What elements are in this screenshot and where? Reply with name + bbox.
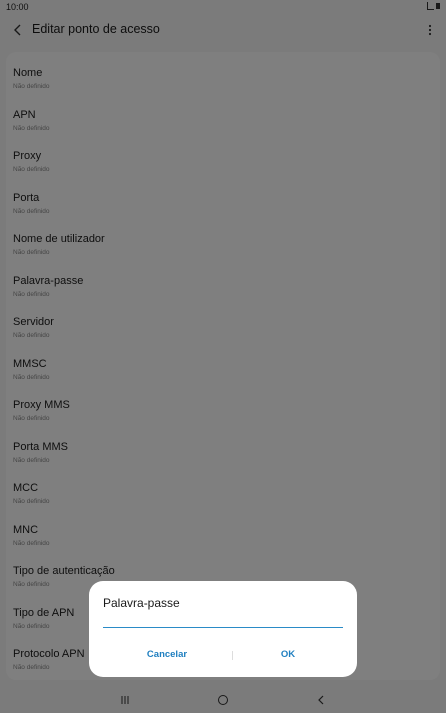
password-dialog: Palavra-passe Cancelar OK	[89, 581, 357, 677]
cancel-button[interactable]: Cancelar	[112, 645, 222, 665]
dialog-title: Palavra-passe	[103, 596, 180, 610]
password-input[interactable]	[103, 613, 343, 628]
ok-button[interactable]: OK	[233, 645, 343, 665]
